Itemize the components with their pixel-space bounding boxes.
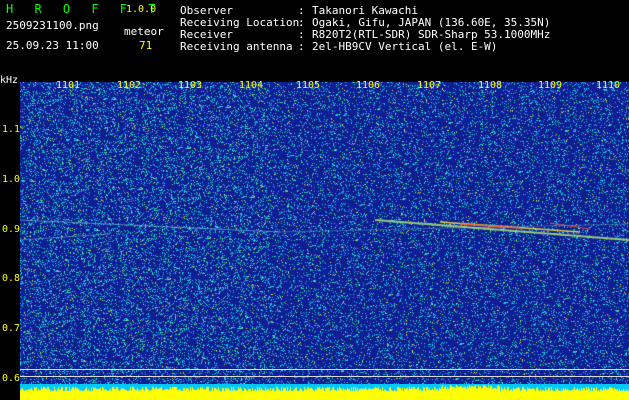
x-tick-label: 1106 xyxy=(356,80,381,91)
info-key: Receiving antenna xyxy=(180,40,293,53)
y-tick-label: 1.0 xyxy=(2,174,21,185)
x-tick-label: 1108 xyxy=(478,80,503,91)
signal-level-bar xyxy=(20,384,629,400)
info-row-antenna: Receiving antenna:2el-HB9CV Vertical (el… xyxy=(180,40,497,53)
y-tick-label: 0.6 xyxy=(2,373,21,384)
meteor-count: 71 xyxy=(139,39,153,52)
y-tick-label: 0.9 xyxy=(2,224,21,235)
x-tick-label: 1110 xyxy=(596,80,621,91)
x-tick-label: 1102 xyxy=(117,80,142,91)
capture-datetime: 25.09.23 11:00 xyxy=(6,39,99,52)
x-tick-label: 1105 xyxy=(296,80,321,91)
meteor-label: meteor xyxy=(124,25,164,38)
x-tick-label: 1107 xyxy=(417,80,442,91)
spectrogram xyxy=(20,82,629,384)
x-tick-label: 1104 xyxy=(239,80,264,91)
x-tick-label: 1103 xyxy=(178,80,203,91)
reference-line xyxy=(20,369,629,370)
info-sep: : xyxy=(298,40,305,53)
frequency-unit-label: kHz xyxy=(0,75,19,86)
y-tick-label: 0.7 xyxy=(2,323,21,334)
info-value: 2el-HB9CV Vertical (el. E-W) xyxy=(312,40,498,53)
y-tick-label: 0.8 xyxy=(2,273,21,284)
x-tick-label: 1101 xyxy=(56,80,81,91)
reference-line xyxy=(20,376,629,377)
app-version: 1.0.0 xyxy=(126,4,157,15)
image-filename: 2509231100.png xyxy=(6,19,99,32)
x-tick-label: 1109 xyxy=(538,80,563,91)
y-tick-label: 1.1 xyxy=(2,124,21,135)
